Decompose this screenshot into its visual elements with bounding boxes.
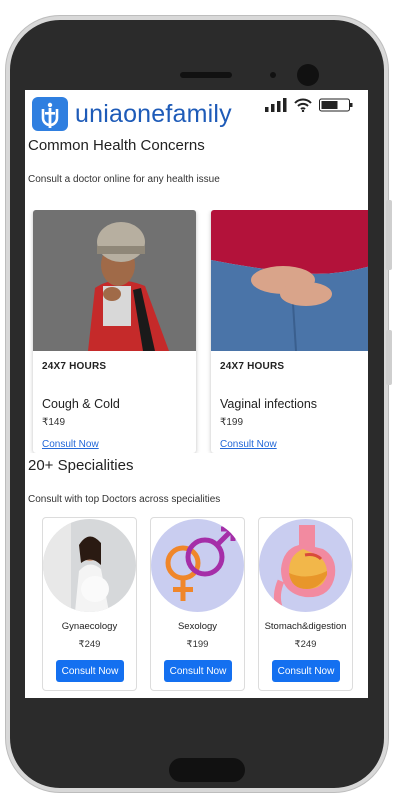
section-subtitle-specialities: Consult with top Doctors across speciali… (28, 494, 221, 505)
speciality-name: Sexology (177, 621, 218, 632)
card-name: Vaginal infections (220, 397, 318, 411)
speciality-price: ₹249 (78, 639, 101, 650)
vaginal-infections-image (211, 210, 368, 351)
home-button[interactable] (169, 758, 245, 782)
speciality-price: ₹199 (186, 639, 209, 650)
battery-icon (319, 98, 353, 112)
signal-icon (265, 98, 287, 112)
concern-card[interactable]: 24X7 HOURS Vaginal infections ₹199 Consu… (211, 210, 368, 453)
speciality-card[interactable]: Stomach&digestion ₹249 Consult Now (258, 517, 353, 691)
card-hours-label: 24X7 HOURS (42, 361, 107, 372)
speciality-card[interactable]: Sexology ₹199 Consult Now (150, 517, 245, 691)
power-button[interactable] (386, 330, 392, 385)
card-hours-label: 24X7 HOURS (220, 361, 285, 372)
card-name: Cough & Cold (42, 397, 120, 411)
card-price: ₹149 (42, 417, 66, 428)
stomach-digestion-image (259, 519, 352, 612)
cough-cold-image (33, 210, 196, 351)
speciality-name: Gynaecology (61, 621, 118, 632)
volume-button[interactable] (386, 200, 392, 270)
section-title-specialities: 20+ Specialities (28, 457, 134, 474)
consult-now-link[interactable]: Consult Now (220, 439, 277, 450)
speciality-name: Stomach&digestion (264, 621, 347, 632)
consult-now-button[interactable]: Consult Now (56, 660, 124, 682)
status-bar (265, 98, 353, 112)
sensor-dot (270, 72, 276, 78)
sexology-image (151, 519, 244, 612)
consult-now-button[interactable]: Consult Now (272, 660, 340, 682)
speciality-card[interactable]: Gynaecology ₹249 Consult Now (42, 517, 137, 691)
section-title-health: Common Health Concerns (28, 137, 205, 154)
health-concerns-carousel[interactable]: 24X7 HOURS Cough & Cold ₹149 Consult Now… (25, 210, 368, 453)
earpiece (180, 72, 232, 78)
app-logo-icon (32, 97, 68, 131)
app-header: uniaonefamily (25, 90, 368, 134)
card-price: ₹199 (220, 417, 244, 428)
consult-now-button[interactable]: Consult Now (164, 660, 232, 682)
gynaecology-image (43, 519, 136, 612)
consult-now-link[interactable]: Consult Now (42, 439, 99, 450)
section-subtitle-health: Consult a doctor online for any health i… (28, 174, 220, 185)
app-title: uniaonefamily (75, 100, 232, 128)
concern-card[interactable]: 24X7 HOURS Cough & Cold ₹149 Consult Now (33, 210, 196, 453)
front-camera (297, 64, 319, 86)
wifi-icon (294, 98, 312, 112)
app-screen: uniaonefamily Common Health Concerns Con… (25, 90, 368, 698)
speciality-price: ₹249 (294, 639, 317, 650)
